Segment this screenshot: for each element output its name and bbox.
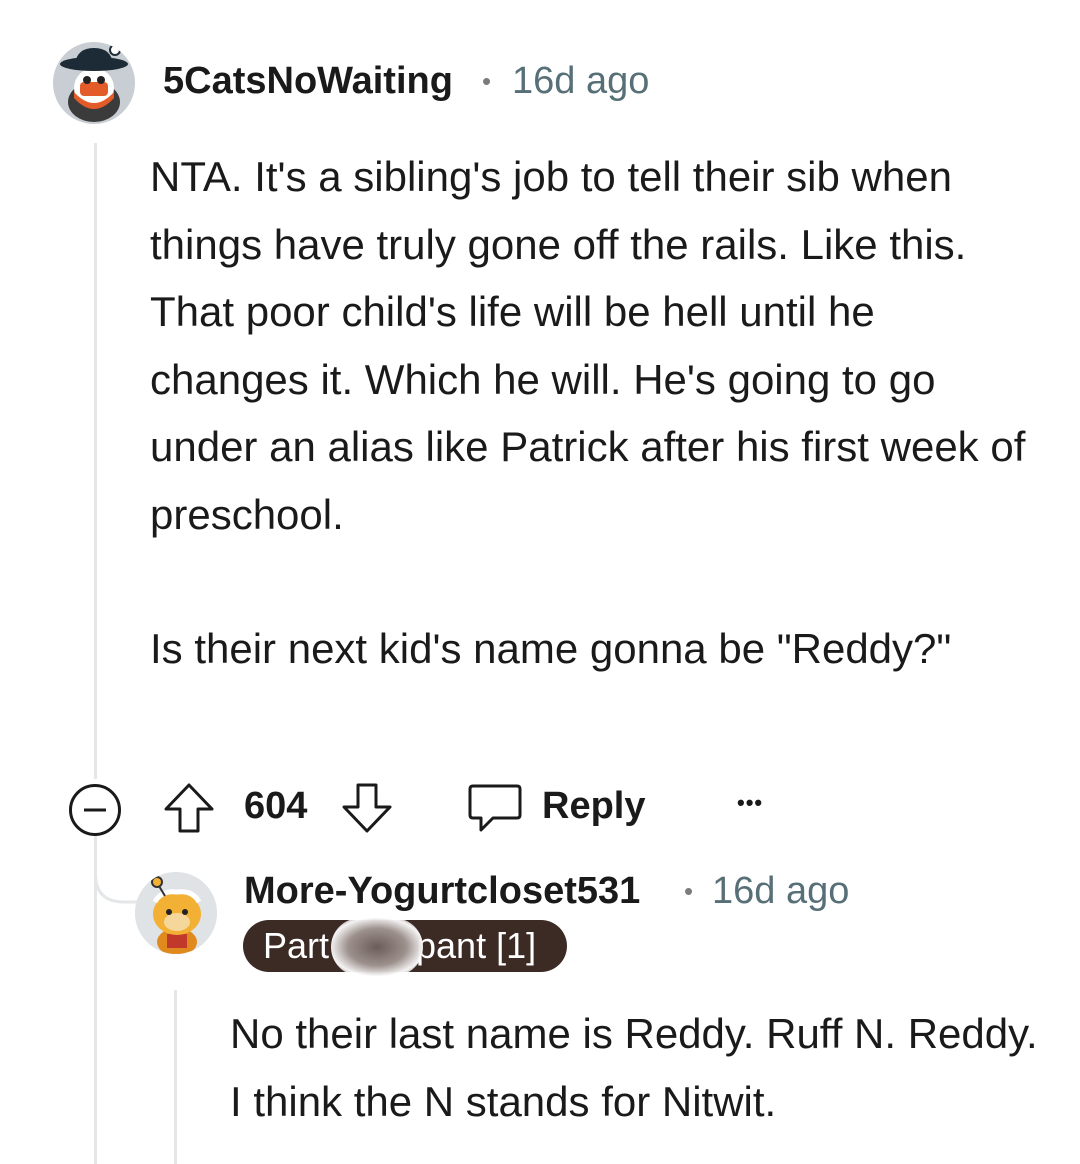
reply-meta-separator: • (684, 876, 694, 906)
comment-paragraph: NTA. It's a sibling's job to tell their … (150, 153, 1026, 538)
ellipsis-icon[interactable]: ••• (737, 790, 763, 816)
reply-timestamp: 16d ago (712, 870, 850, 912)
reply-avatar-snoo-image (135, 872, 217, 954)
minus-circle-icon[interactable] (67, 782, 123, 838)
comment-timestamp: 16d ago (512, 60, 650, 102)
user-flair-text-end: pant [1] (416, 925, 537, 966)
flair-redaction-blur (331, 918, 423, 976)
comment-username[interactable]: 5CatsNoWaiting (163, 60, 453, 103)
speech-bubble-icon[interactable] (467, 782, 523, 834)
meta-separator: • (482, 66, 492, 96)
avatar[interactable] (53, 42, 135, 124)
reply-username[interactable]: More-Yogurtcloset531 (244, 870, 640, 913)
avatar-snoo-image (53, 42, 135, 124)
vote-score: 604 (244, 785, 308, 827)
user-flair-text-start: Part (263, 925, 330, 966)
comment-paragraph: Is their next kid's name gonna be "Reddy… (150, 625, 952, 672)
comment-body: NTA. It's a sibling's job to tell their … (150, 143, 1030, 683)
upvote-arrow-icon[interactable] (162, 782, 216, 834)
reply-paragraph: No their last name is Reddy. Ruff N. Red… (230, 1010, 1038, 1125)
reply-avatar[interactable] (135, 872, 217, 954)
thread-line-reply[interactable] (174, 990, 177, 1164)
thread-line-main[interactable] (94, 143, 97, 779)
reply-button[interactable]: Reply (542, 785, 645, 828)
downvote-arrow-icon[interactable] (340, 782, 394, 834)
reply-body: No their last name is Reddy. Ruff N. Red… (230, 1000, 1050, 1135)
